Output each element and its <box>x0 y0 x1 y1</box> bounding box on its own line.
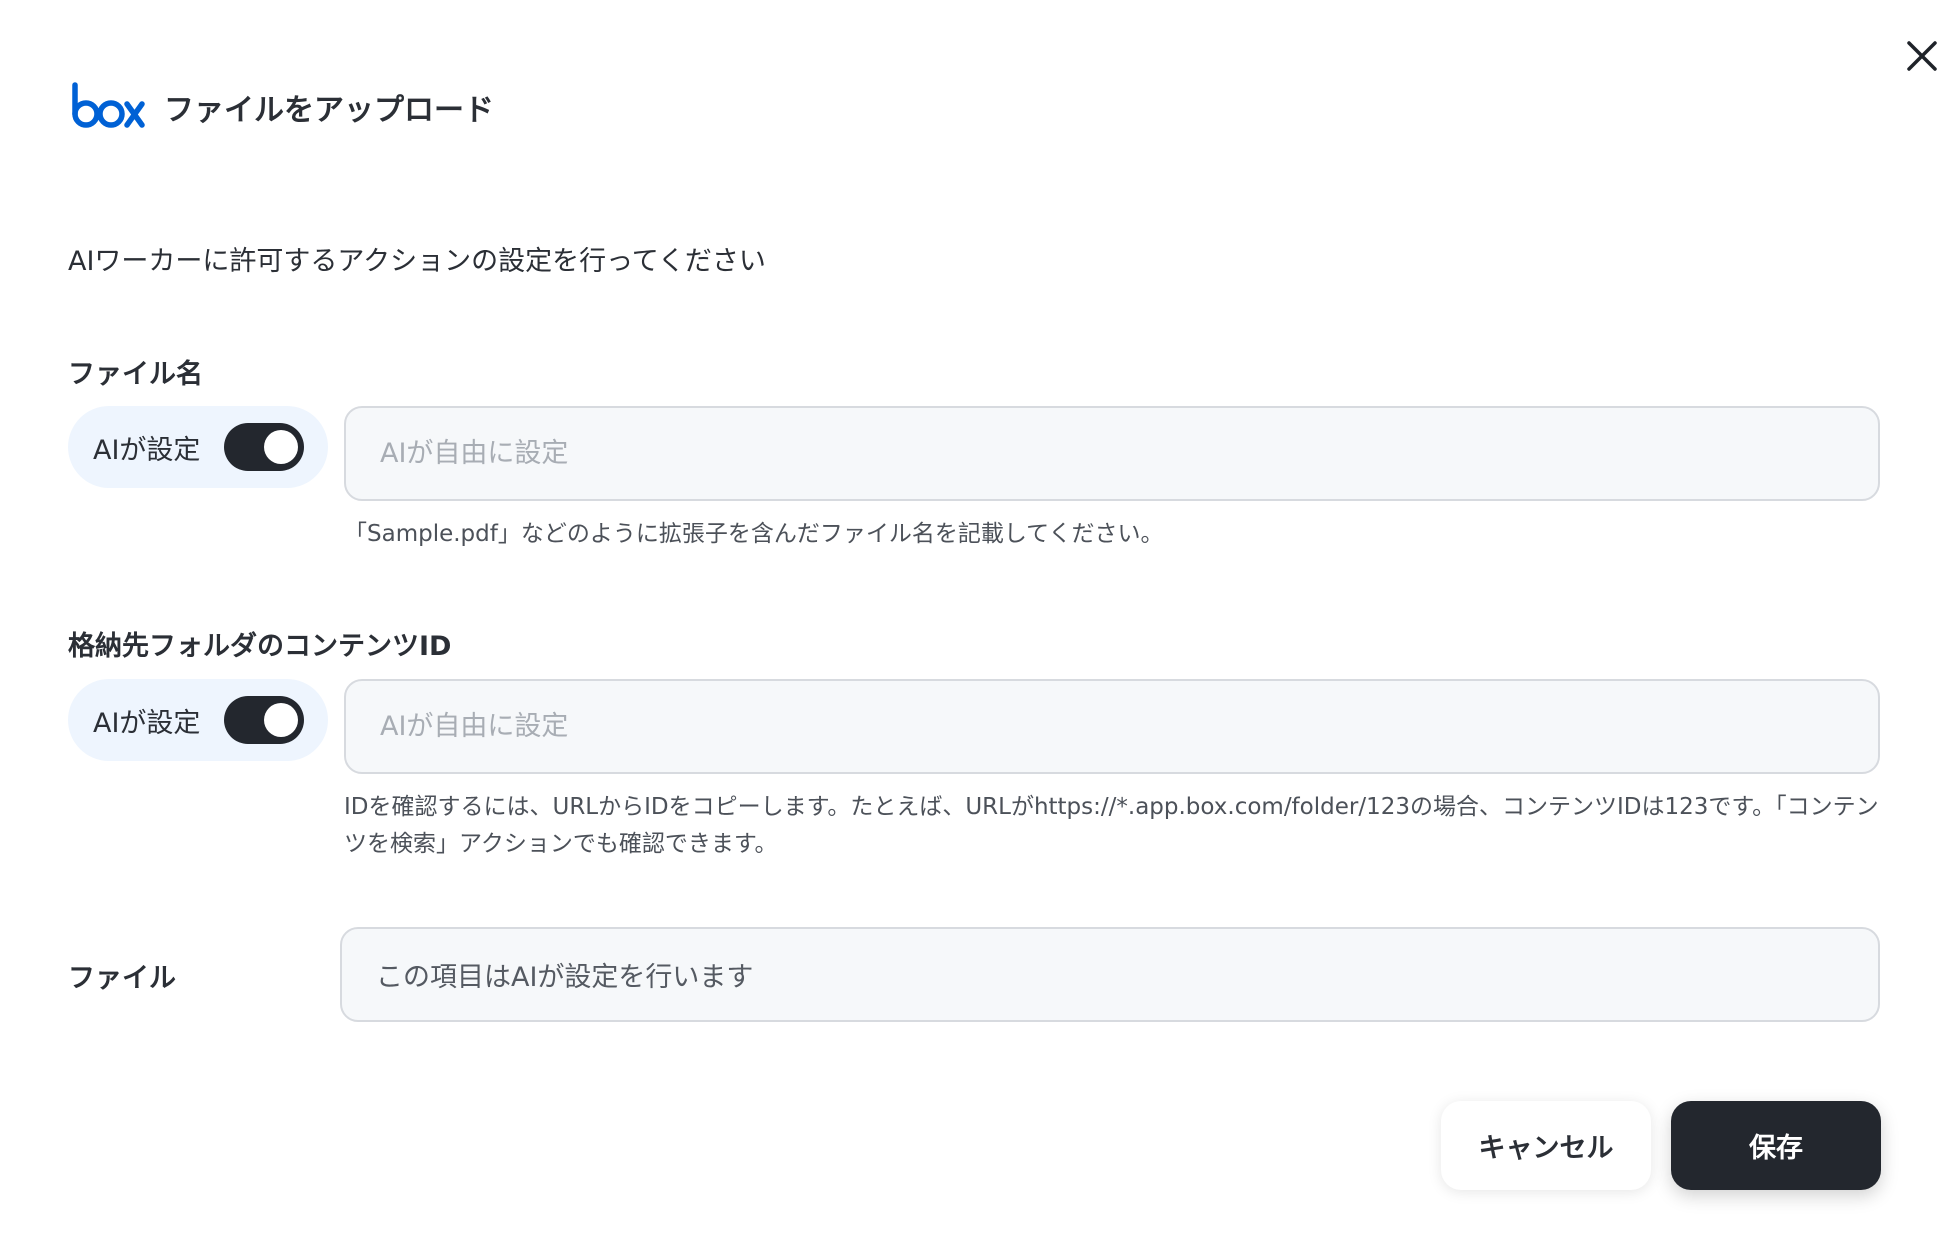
file-ai-set-text: この項目はAIが設定を行います <box>376 962 754 993</box>
toggle-knob <box>264 703 298 737</box>
upload-file-dialog: ファイルをアップロード AIワーカーに許可するアクションの設定を行ってください … <box>0 0 1950 1254</box>
dialog-title: ファイルをアップロード <box>164 93 494 128</box>
file-name-input[interactable] <box>344 406 1880 501</box>
folder-id-toggle-switch[interactable] <box>224 696 304 744</box>
toggle-knob <box>264 430 298 464</box>
save-button[interactable]: 保存 <box>1671 1101 1881 1190</box>
file-name-ai-toggle[interactable]: AIが設定 <box>68 406 328 488</box>
intro-text: AIワーカーに許可するアクションの設定を行ってください <box>68 246 766 277</box>
file-name-ai-toggle-label: AIが設定 <box>93 434 201 466</box>
close-icon <box>1907 41 1937 71</box>
file-name-help-text: 「Sample.pdf」などのように拡張子を含んだファイル名を記載してください。 <box>344 521 1164 547</box>
file-ai-set-field: この項目はAIが設定を行います <box>340 927 1880 1022</box>
file-name-label: ファイル名 <box>68 359 203 390</box>
box-logo-icon <box>72 82 145 128</box>
close-button[interactable] <box>1900 34 1944 78</box>
folder-id-input[interactable] <box>344 679 1880 774</box>
folder-id-ai-toggle-label: AIが設定 <box>93 707 201 739</box>
folder-id-label: 格納先フォルダのコンテンツID <box>68 631 452 662</box>
folder-id-ai-toggle[interactable]: AIが設定 <box>68 679 328 761</box>
file-label: ファイル <box>68 963 176 994</box>
dialog-header: ファイルをアップロード <box>70 82 494 132</box>
folder-id-help-text: IDを確認するには、URLからIDをコピーします。たとえば、URLがhttps:… <box>344 794 1879 857</box>
cancel-button[interactable]: キャンセル <box>1441 1101 1651 1190</box>
file-name-toggle-switch[interactable] <box>224 423 304 471</box>
